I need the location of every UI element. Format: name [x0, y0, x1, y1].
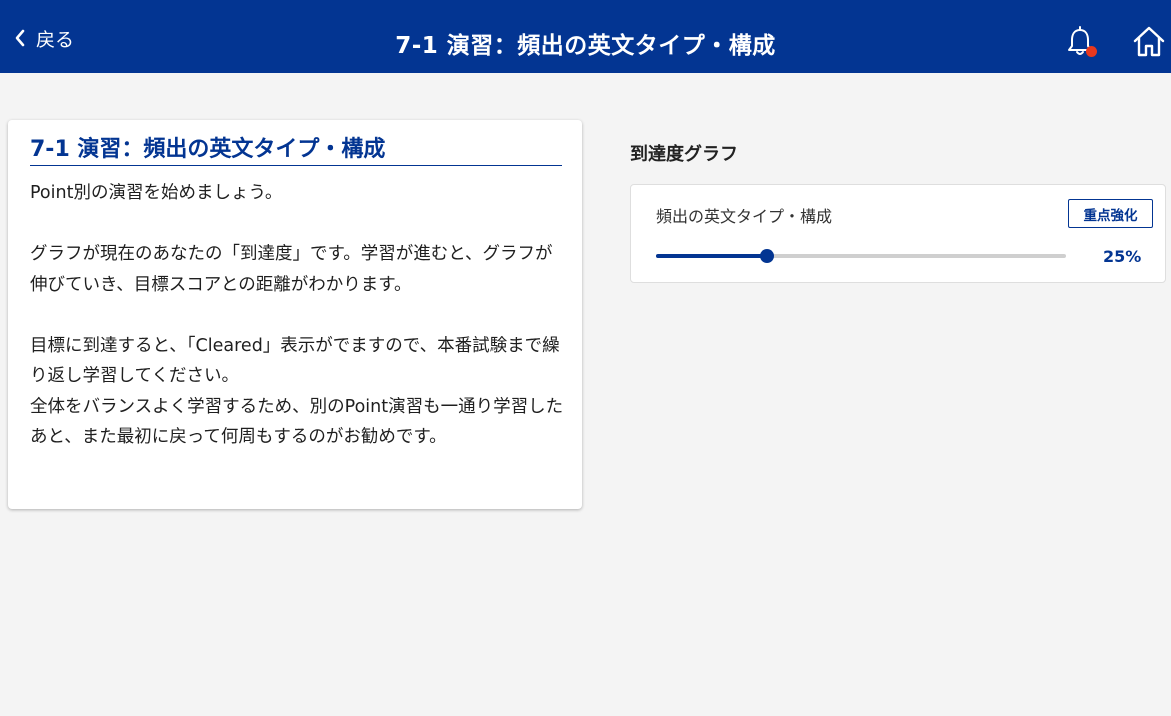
progress-fill — [656, 254, 767, 258]
home-icon — [1132, 26, 1166, 63]
progress-topic-label: 頻出の英文タイプ・構成 — [656, 207, 833, 226]
paragraph-spacer — [30, 300, 570, 331]
home-button[interactable] — [1132, 25, 1166, 59]
lesson-card: 7-1 演習：頻出の英文タイプ・構成 Point別の演習を始めましょう。グラフが… — [8, 120, 582, 509]
paragraph-spacer — [30, 209, 570, 240]
lesson-description: Point別の演習を始めましょう。グラフが現在のあなたの「到達度」です。学習が進… — [30, 178, 570, 453]
lesson-paragraph: Point別の演習を始めましょう。 — [30, 183, 283, 203]
page-title: 7-1 演習：頻出の英文タイプ・構成 — [395, 33, 776, 59]
focus-training-button[interactable]: 重点強化 — [1068, 199, 1153, 228]
progress-percent: 25% — [1103, 247, 1142, 266]
progress-thumb — [759, 249, 774, 263]
progress-card: 頻出の英文タイプ・構成 重点強化 25% — [630, 184, 1166, 283]
progress-track — [656, 249, 1066, 263]
lesson-paragraph: 目標に到達すると、「Cleared」表示がでますので、本番試験まで繰り返し学習し… — [30, 335, 560, 387]
app-header: 戻る 7-1 演習：頻出の英文タイプ・構成 — [0, 0, 1171, 73]
lesson-paragraph: 全体をバランスよく学習するため、別のPoint演習も一通り学習したあと、また最初… — [30, 396, 564, 448]
progress-graph-heading: 到達度グラフ — [630, 144, 738, 165]
notification-button[interactable] — [1066, 26, 1097, 58]
notification-badge — [1086, 46, 1097, 57]
lesson-paragraph: グラフが現在のあなたの「到達度」です。学習が進むと、グラフが伸びていき、目標スコ… — [30, 244, 553, 295]
lesson-title: 7-1 演習：頻出の英文タイプ・構成 — [30, 136, 562, 166]
